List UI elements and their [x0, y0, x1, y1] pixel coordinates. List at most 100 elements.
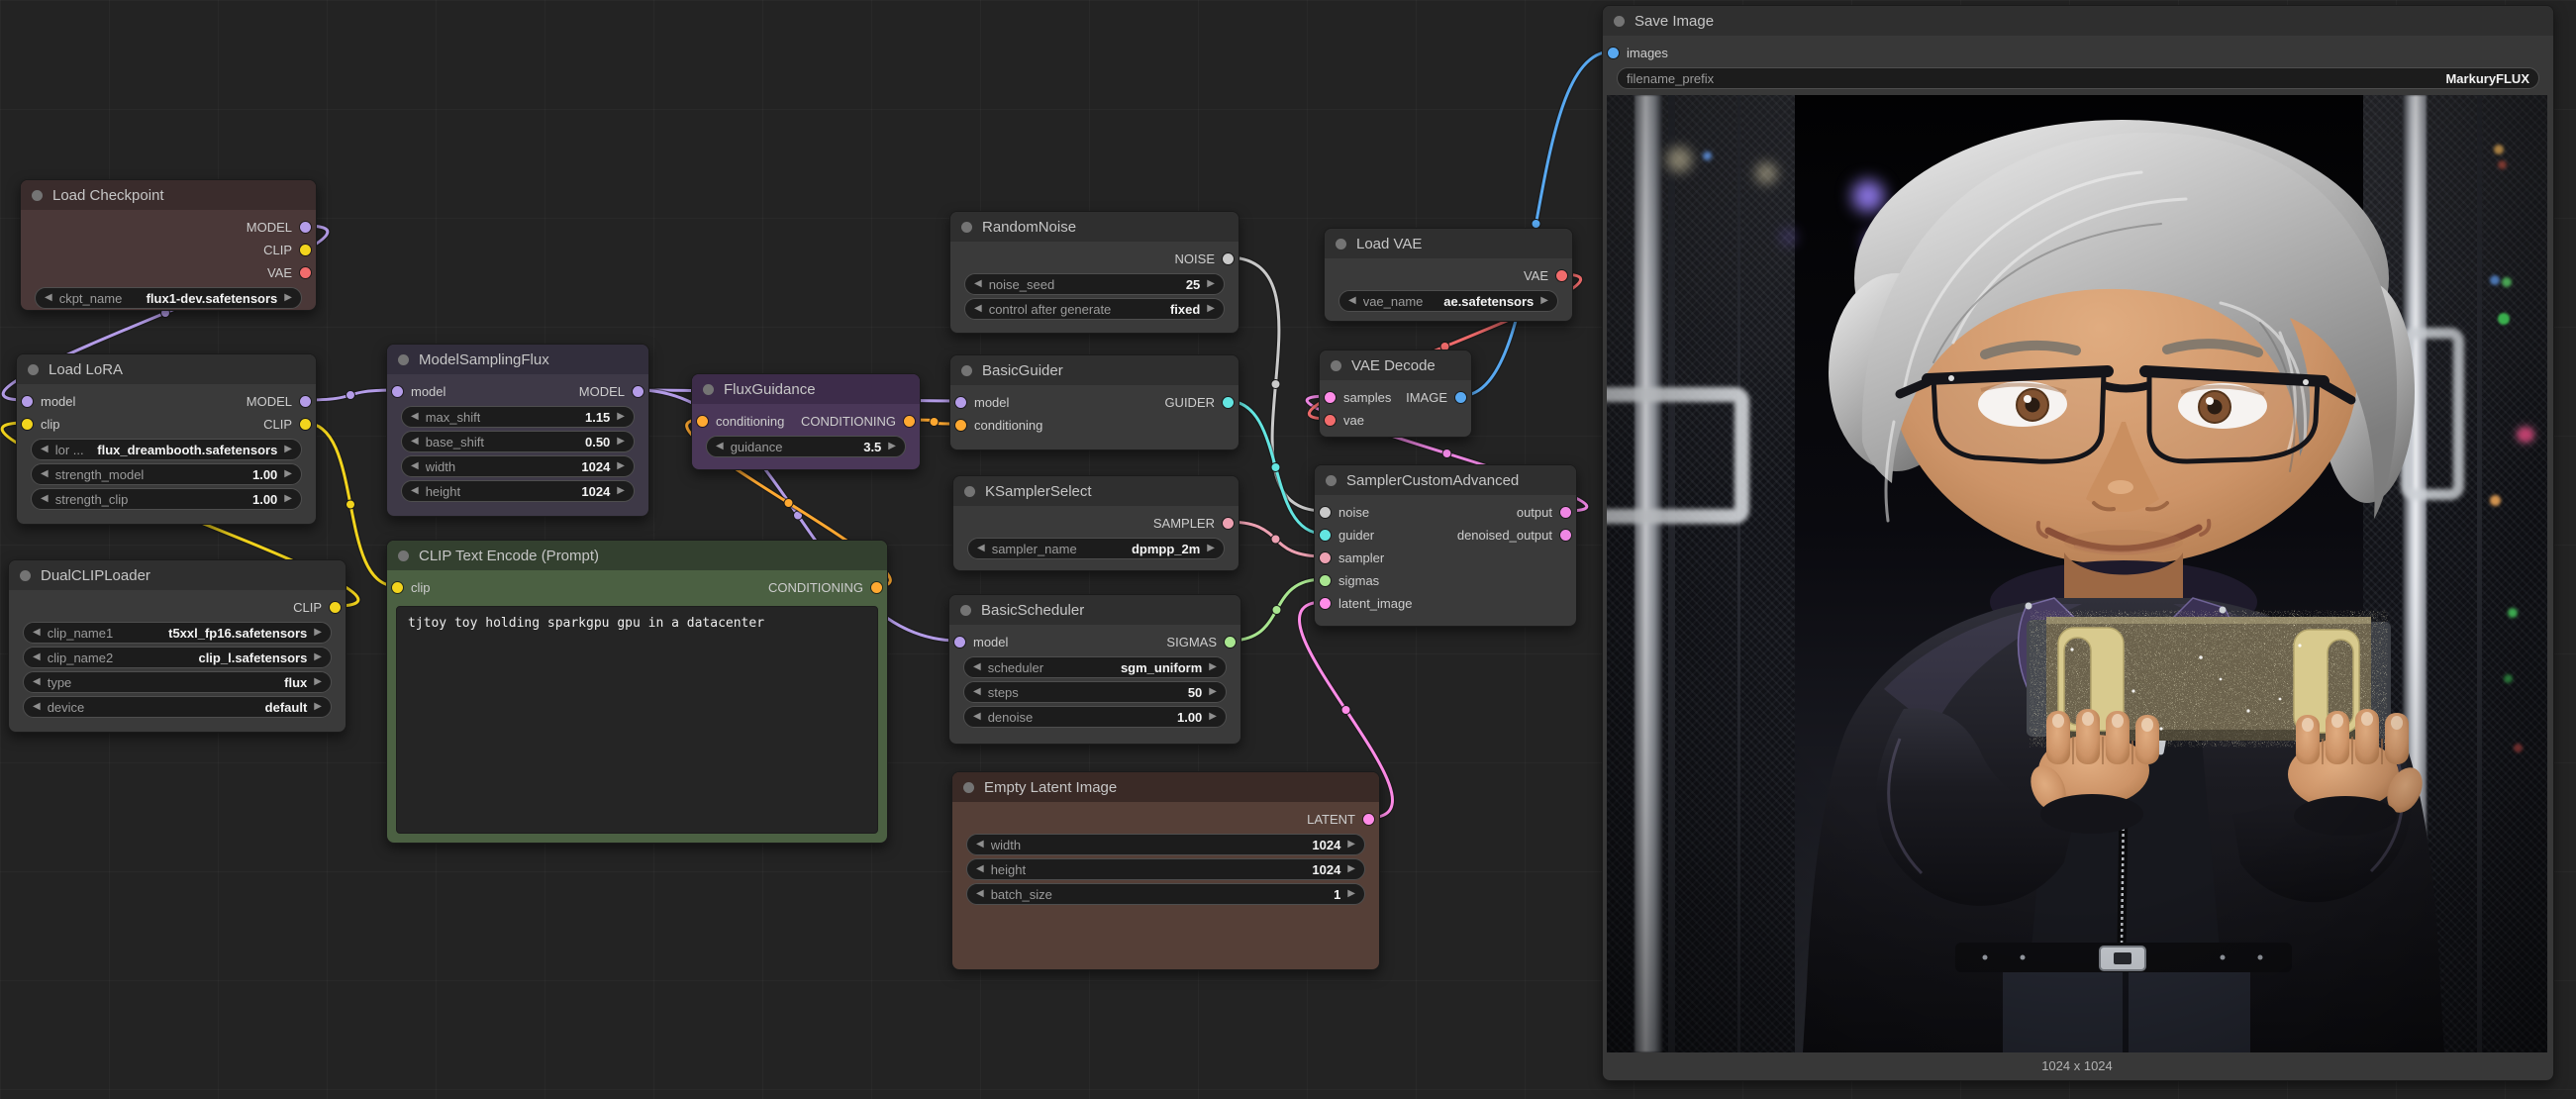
decrement-arrow-icon[interactable]: ◀	[411, 412, 419, 422]
link-random-noise-to-sampler-custom-advanced[interactable]	[1228, 257, 1324, 511]
SAMPLER-output-port[interactable]	[1223, 518, 1234, 529]
samples-input-port[interactable]	[1325, 392, 1336, 403]
decrement-arrow-icon[interactable]: ◀	[974, 279, 982, 289]
NOISE-output-port[interactable]	[1223, 253, 1234, 264]
GUIDER-output-port[interactable]	[1223, 397, 1234, 408]
link-midpoint-dot[interactable]	[347, 391, 355, 400]
collapse-dot-icon[interactable]	[703, 384, 714, 395]
conditioning-input-port[interactable]	[955, 420, 966, 431]
decrement-arrow-icon[interactable]: ◀	[977, 544, 985, 553]
decrement-arrow-icon[interactable]: ◀	[974, 304, 982, 314]
decrement-arrow-icon[interactable]: ◀	[33, 677, 41, 687]
widget-ckpt-name[interactable]: ◀ckpt_nameflux1-dev.safetensors▶	[35, 287, 302, 309]
decrement-arrow-icon[interactable]: ◀	[973, 687, 981, 697]
node-load-checkpoint[interactable]: Load CheckpointMODELCLIPVAE◀ckpt_nameflu…	[20, 179, 317, 311]
widget-noise-seed[interactable]: ◀noise_seed25▶	[964, 273, 1225, 295]
node-titlebar[interactable]: SamplerCustomAdvanced	[1315, 465, 1576, 495]
node-dual-clip-loader[interactable]: DualCLIPLoaderCLIP◀clip_name1t5xxl_fp16.…	[8, 559, 347, 733]
widget-device[interactable]: ◀devicedefault▶	[23, 696, 332, 718]
increment-arrow-icon[interactable]: ▶	[284, 293, 292, 303]
widget-width[interactable]: ◀width1024▶	[401, 455, 635, 477]
node-basic-scheduler[interactable]: BasicSchedulermodelSIGMAS◀schedulersgm_u…	[948, 594, 1241, 745]
increment-arrow-icon[interactable]: ▶	[617, 437, 625, 447]
widget-control-after-generate[interactable]: ◀control after generatefixed▶	[964, 298, 1225, 320]
node-titlebar[interactable]: FluxGuidance	[692, 374, 920, 404]
CONDITIONING-output-port[interactable]	[871, 582, 882, 593]
decrement-arrow-icon[interactable]: ◀	[33, 628, 41, 638]
widget-lor-[interactable]: ◀lor ...flux_dreambooth.safetensors▶	[31, 439, 302, 460]
CLIP-output-port[interactable]	[300, 245, 311, 255]
widget-sampler-name[interactable]: ◀sampler_namedpmpp_2m▶	[967, 538, 1225, 559]
increment-arrow-icon[interactable]: ▶	[314, 702, 322, 712]
increment-arrow-icon[interactable]: ▶	[1209, 687, 1217, 697]
link-midpoint-dot[interactable]	[1271, 535, 1280, 544]
node-titlebar[interactable]: Load LoRA	[17, 354, 316, 384]
widget-strength-clip[interactable]: ◀strength_clip1.00▶	[31, 488, 302, 510]
decrement-arrow-icon[interactable]: ◀	[41, 494, 49, 504]
decrement-arrow-icon[interactable]: ◀	[411, 486, 419, 496]
sigmas-input-port[interactable]	[1320, 575, 1331, 586]
widget-scheduler[interactable]: ◀schedulersgm_uniform▶	[963, 656, 1227, 678]
link-basic-guider-to-sampler-custom-advanced[interactable]	[1228, 401, 1324, 534]
noise-input-port[interactable]	[1320, 507, 1331, 518]
increment-arrow-icon[interactable]: ▶	[284, 469, 292, 479]
guider-input-port[interactable]	[1320, 530, 1331, 541]
decrement-arrow-icon[interactable]: ◀	[976, 889, 984, 899]
IMAGE-output-port[interactable]	[1455, 392, 1466, 403]
decrement-arrow-icon[interactable]: ◀	[33, 652, 41, 662]
conditioning-input-port[interactable]	[697, 416, 708, 427]
collapse-dot-icon[interactable]	[20, 570, 31, 581]
model-input-port[interactable]	[392, 386, 403, 397]
widget-filename-prefix[interactable]: filename_prefixMarkuryFLUX	[1617, 67, 2539, 89]
collapse-dot-icon[interactable]	[960, 605, 971, 616]
node-titlebar[interactable]: Empty Latent Image	[952, 772, 1379, 802]
node-model-sampling-flux[interactable]: ModelSamplingFluxmodelMODEL◀max_shift1.1…	[386, 344, 649, 517]
widget-type[interactable]: ◀typeflux▶	[23, 671, 332, 693]
widget-height[interactable]: ◀height1024▶	[401, 480, 635, 502]
node-titlebar[interactable]: RandomNoise	[950, 212, 1238, 242]
node-graph-canvas[interactable]: Load CheckpointMODELCLIPVAE◀ckpt_nameflu…	[0, 0, 2576, 1099]
increment-arrow-icon[interactable]: ▶	[1207, 304, 1215, 314]
collapse-dot-icon[interactable]	[1336, 239, 1346, 250]
node-titlebar[interactable]: KSamplerSelect	[953, 476, 1238, 506]
increment-arrow-icon[interactable]: ▶	[1209, 662, 1217, 672]
decrement-arrow-icon[interactable]: ◀	[45, 293, 52, 303]
increment-arrow-icon[interactable]: ▶	[1347, 864, 1355, 874]
increment-arrow-icon[interactable]: ▶	[1207, 544, 1215, 553]
collapse-dot-icon[interactable]	[963, 782, 974, 793]
decrement-arrow-icon[interactable]: ◀	[41, 445, 49, 454]
widget-clip-name1[interactable]: ◀clip_name1t5xxl_fp16.safetensors▶	[23, 622, 332, 644]
node-titlebar[interactable]: BasicScheduler	[949, 595, 1240, 625]
widget-max-shift[interactable]: ◀max_shift1.15▶	[401, 406, 635, 428]
decrement-arrow-icon[interactable]: ◀	[33, 702, 41, 712]
VAE-output-port[interactable]	[300, 267, 311, 278]
link-midpoint-dot[interactable]	[1271, 380, 1280, 389]
denoised_output-output-port[interactable]	[1560, 530, 1571, 541]
increment-arrow-icon[interactable]: ▶	[1540, 296, 1548, 306]
decrement-arrow-icon[interactable]: ◀	[976, 840, 984, 849]
collapse-dot-icon[interactable]	[964, 486, 975, 497]
CONDITIONING-output-port[interactable]	[904, 416, 915, 427]
node-titlebar[interactable]: CLIP Text Encode (Prompt)	[387, 541, 887, 570]
decrement-arrow-icon[interactable]: ◀	[411, 461, 419, 471]
widget-base-shift[interactable]: ◀base_shift0.50▶	[401, 431, 635, 452]
widget-guidance[interactable]: ◀guidance3.5▶	[706, 436, 906, 457]
node-load-lora[interactable]: Load LoRAmodelMODELclipCLIP◀lor ...flux_…	[16, 353, 317, 525]
model-input-port[interactable]	[955, 397, 966, 408]
link-midpoint-dot[interactable]	[1341, 706, 1350, 715]
node-titlebar[interactable]: VAE Decode	[1320, 350, 1471, 380]
increment-arrow-icon[interactable]: ▶	[314, 652, 322, 662]
widget-height[interactable]: ◀height1024▶	[966, 858, 1365, 880]
node-save-image[interactable]: Save Imageimagesfilename_prefixMarkuryFL…	[1602, 5, 2554, 1081]
link-midpoint-dot[interactable]	[784, 499, 793, 508]
collapse-dot-icon[interactable]	[1331, 360, 1341, 371]
output-output-port[interactable]	[1560, 507, 1571, 518]
increment-arrow-icon[interactable]: ▶	[1207, 279, 1215, 289]
node-titlebar[interactable]: DualCLIPLoader	[9, 560, 346, 590]
SIGMAS-output-port[interactable]	[1225, 637, 1236, 648]
collapse-dot-icon[interactable]	[961, 365, 972, 376]
node-basic-guider[interactable]: BasicGuidermodelGUIDERconditioning	[949, 354, 1239, 450]
LATENT-output-port[interactable]	[1363, 814, 1374, 825]
MODEL-output-port[interactable]	[300, 222, 311, 233]
link-midpoint-dot[interactable]	[930, 418, 939, 427]
